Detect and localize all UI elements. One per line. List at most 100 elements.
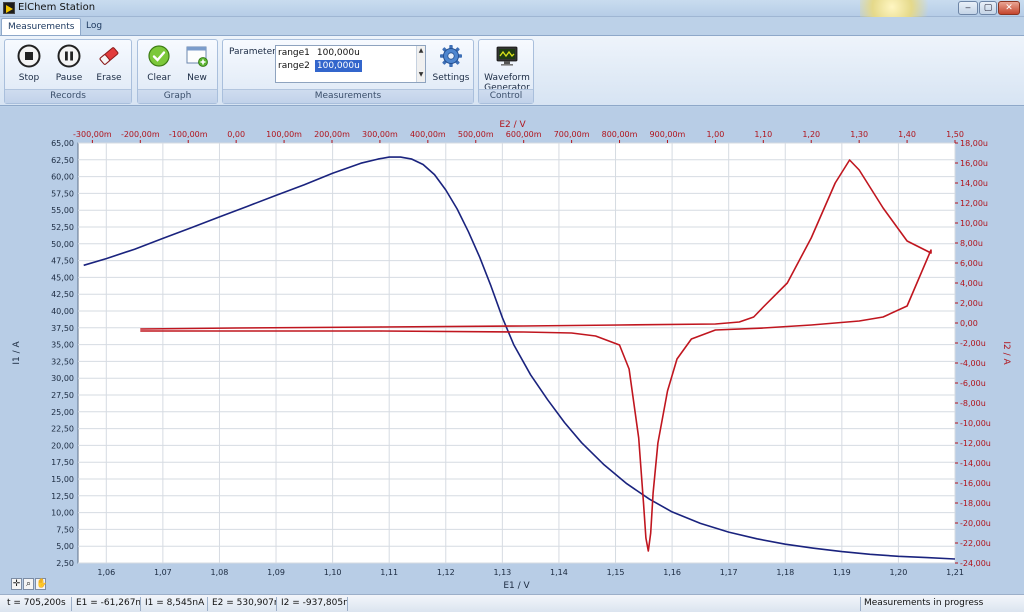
tab-log[interactable]: Log <box>80 18 108 36</box>
x-top-tick-label: 900,00m <box>650 130 686 139</box>
x-top-tick-label: -100,00m <box>169 130 208 139</box>
y-left-tick-label: 55,00 <box>51 206 74 215</box>
y-right-tick-label: 10,00u <box>960 219 988 228</box>
y-right-tick-label: 4,00u <box>960 279 983 288</box>
minimize-icon[interactable]: ‒ <box>958 1 978 15</box>
labview-app-icon <box>3 2 15 14</box>
title-bar-decoration <box>860 0 940 17</box>
y-right-tick-label: -14,00u <box>960 459 991 468</box>
y-left-tick-label: 35,00 <box>51 341 74 350</box>
x-top-tick-label: -300,00m <box>73 130 112 139</box>
y-left-tick-label: 65,00 <box>51 139 74 148</box>
graph-panel[interactable]: 1,06 1,07 1,08 1,09 1,10 1,11 1,12 1,13 1,14 1,15… <box>0 107 1024 594</box>
cursor-crosshair-icon[interactable]: ✛ <box>11 578 22 590</box>
waveform-generator-label-1: Waveform <box>484 73 530 83</box>
new-label: New <box>187 73 207 83</box>
x-bottom-tick-label: 1,20 <box>890 568 908 577</box>
maximize-icon[interactable]: ▢ <box>979 1 997 15</box>
scroll-down-icon[interactable]: ▼ <box>417 70 425 80</box>
x-top-axis-label: E2 / V <box>499 120 526 130</box>
parameters-list[interactable]: range1 100,000u range2 100,000u ▲ ▼ <box>275 45 426 83</box>
zoom-icon[interactable]: ⌕ <box>23 578 34 590</box>
y-right-tick-label: 16,00u <box>960 159 988 168</box>
y-right-tick-label: -16,00u <box>960 479 991 488</box>
parameter-value[interactable]: 100,000u <box>315 47 362 59</box>
parameter-row[interactable]: range1 100,000u <box>278 47 362 59</box>
pan-hand-icon[interactable]: ✋ <box>35 578 47 590</box>
y-right-tick-label: 12,00u <box>960 199 988 208</box>
y-left-tick-label: 20,00 <box>51 441 74 450</box>
plot-area[interactable] <box>77 142 956 564</box>
y-right-tick-label: 2,00u <box>960 299 983 308</box>
status-message: Measurements in progress <box>860 597 1020 611</box>
x-top-tick-label: 1,40 <box>898 130 916 139</box>
status-e2: E2 = 530,907mV <box>209 597 277 611</box>
x-bottom-tick-label: 1,11 <box>380 568 398 577</box>
y-right-tick-label: 8,00u <box>960 239 983 248</box>
y-right-tick-label: 6,00u <box>960 259 983 268</box>
group-graph-label: Graph <box>138 89 217 103</box>
y-right-tick-label: -18,00u <box>960 499 991 508</box>
stop-icon <box>17 44 41 68</box>
parameter-row[interactable]: range2 100,000u <box>278 60 362 72</box>
x-top-tick-label: 200,00m <box>314 130 350 139</box>
y-left-tick-label: 37,50 <box>51 324 74 333</box>
x-top-tick-label: 0,00 <box>227 130 245 139</box>
x-top-tick-label: 1,20 <box>802 130 820 139</box>
y-left-tick-label: 10,00 <box>51 509 74 518</box>
y-right-axis-label: I2 / A <box>1001 341 1011 365</box>
y-left-tick-label: 15,00 <box>51 475 74 484</box>
parameter-name: range1 <box>278 48 310 58</box>
dual-axis-chart[interactable]: 1,06 1,07 1,08 1,09 1,10 1,11 1,12 1,13 1,14 1,15… <box>0 107 1024 594</box>
y-left-tick-label: 17,50 <box>51 458 74 467</box>
group-measurements: Parameters: range1 100,000u range2 100,0… <box>222 39 474 104</box>
parameter-name: range2 <box>278 61 310 71</box>
y-left-tick-label: 5,00 <box>56 542 74 551</box>
y-right-tick-label: -8,00u <box>960 399 986 408</box>
waveform-generator-icon <box>496 46 518 66</box>
x-bottom-tick-label: 1,16 <box>663 568 681 577</box>
parameters-scrollbar[interactable]: ▲ ▼ <box>416 46 425 82</box>
group-records-label: Records <box>5 89 131 103</box>
close-icon[interactable]: ✕ <box>998 1 1020 15</box>
y-right-tick-label: 18,00u <box>960 139 988 148</box>
stop-button[interactable]: Stop <box>9 44 49 88</box>
status-i2: I2 = -937,805nA <box>278 597 348 611</box>
new-button[interactable]: New <box>177 44 217 88</box>
x-top-tick-label: 1,10 <box>754 130 772 139</box>
y-left-tick-label: 62,50 <box>51 156 74 165</box>
x-bottom-tick-label: 1,21 <box>946 568 964 577</box>
title-bar: ElChem Station ‒ ▢ ✕ <box>0 0 1024 17</box>
erase-button[interactable]: Erase <box>89 44 129 88</box>
group-control-label: Control <box>479 89 533 103</box>
y-right-tick-label: -20,00u <box>960 519 991 528</box>
clear-button[interactable]: Clear <box>139 44 179 88</box>
y-left-tick-label: 57,50 <box>51 189 74 198</box>
settings-button[interactable]: Settings <box>431 44 471 88</box>
x-bottom-tick-label: 1,09 <box>267 568 285 577</box>
x-top-tick-label: 800,00m <box>602 130 638 139</box>
x-bottom-tick-label: 1,19 <box>833 568 851 577</box>
x-top-tick-label: 500,00m <box>458 130 494 139</box>
y-left-tick-label: 30,00 <box>51 374 74 383</box>
x-top-tick-label: 1,50 <box>946 130 964 139</box>
x-bottom-tick-label: 1,17 <box>720 568 738 577</box>
pause-button[interactable]: Pause <box>49 44 89 88</box>
y-left-tick-label: 50,00 <box>51 240 74 249</box>
settings-label: Settings <box>432 73 470 83</box>
scroll-up-icon[interactable]: ▲ <box>417 46 425 56</box>
y-left-tick-label: 12,50 <box>51 492 74 501</box>
eraser-icon <box>99 47 119 65</box>
waveform-generator-button[interactable]: Waveform Generator <box>482 44 532 93</box>
y-left-tick-label: 25,00 <box>51 408 74 417</box>
x-top-tick-label: 600,00m <box>506 130 542 139</box>
status-bar: t = 705,200s E1 = -61,267mV I1 = 8,545nA… <box>0 594 1024 612</box>
erase-label: Erase <box>96 73 122 83</box>
x-bottom-tick-label: 1,10 <box>324 568 342 577</box>
y-right-tick-label: 0,00 <box>960 319 978 328</box>
tab-measurements[interactable]: Measurements <box>1 18 82 36</box>
y-right-tick-label: -4,00u <box>960 359 986 368</box>
y-left-tick-label: 42,50 <box>51 290 74 299</box>
parameter-value-selected[interactable]: 100,000u <box>314 60 362 72</box>
status-e1: E1 = -61,267mV <box>73 597 141 611</box>
